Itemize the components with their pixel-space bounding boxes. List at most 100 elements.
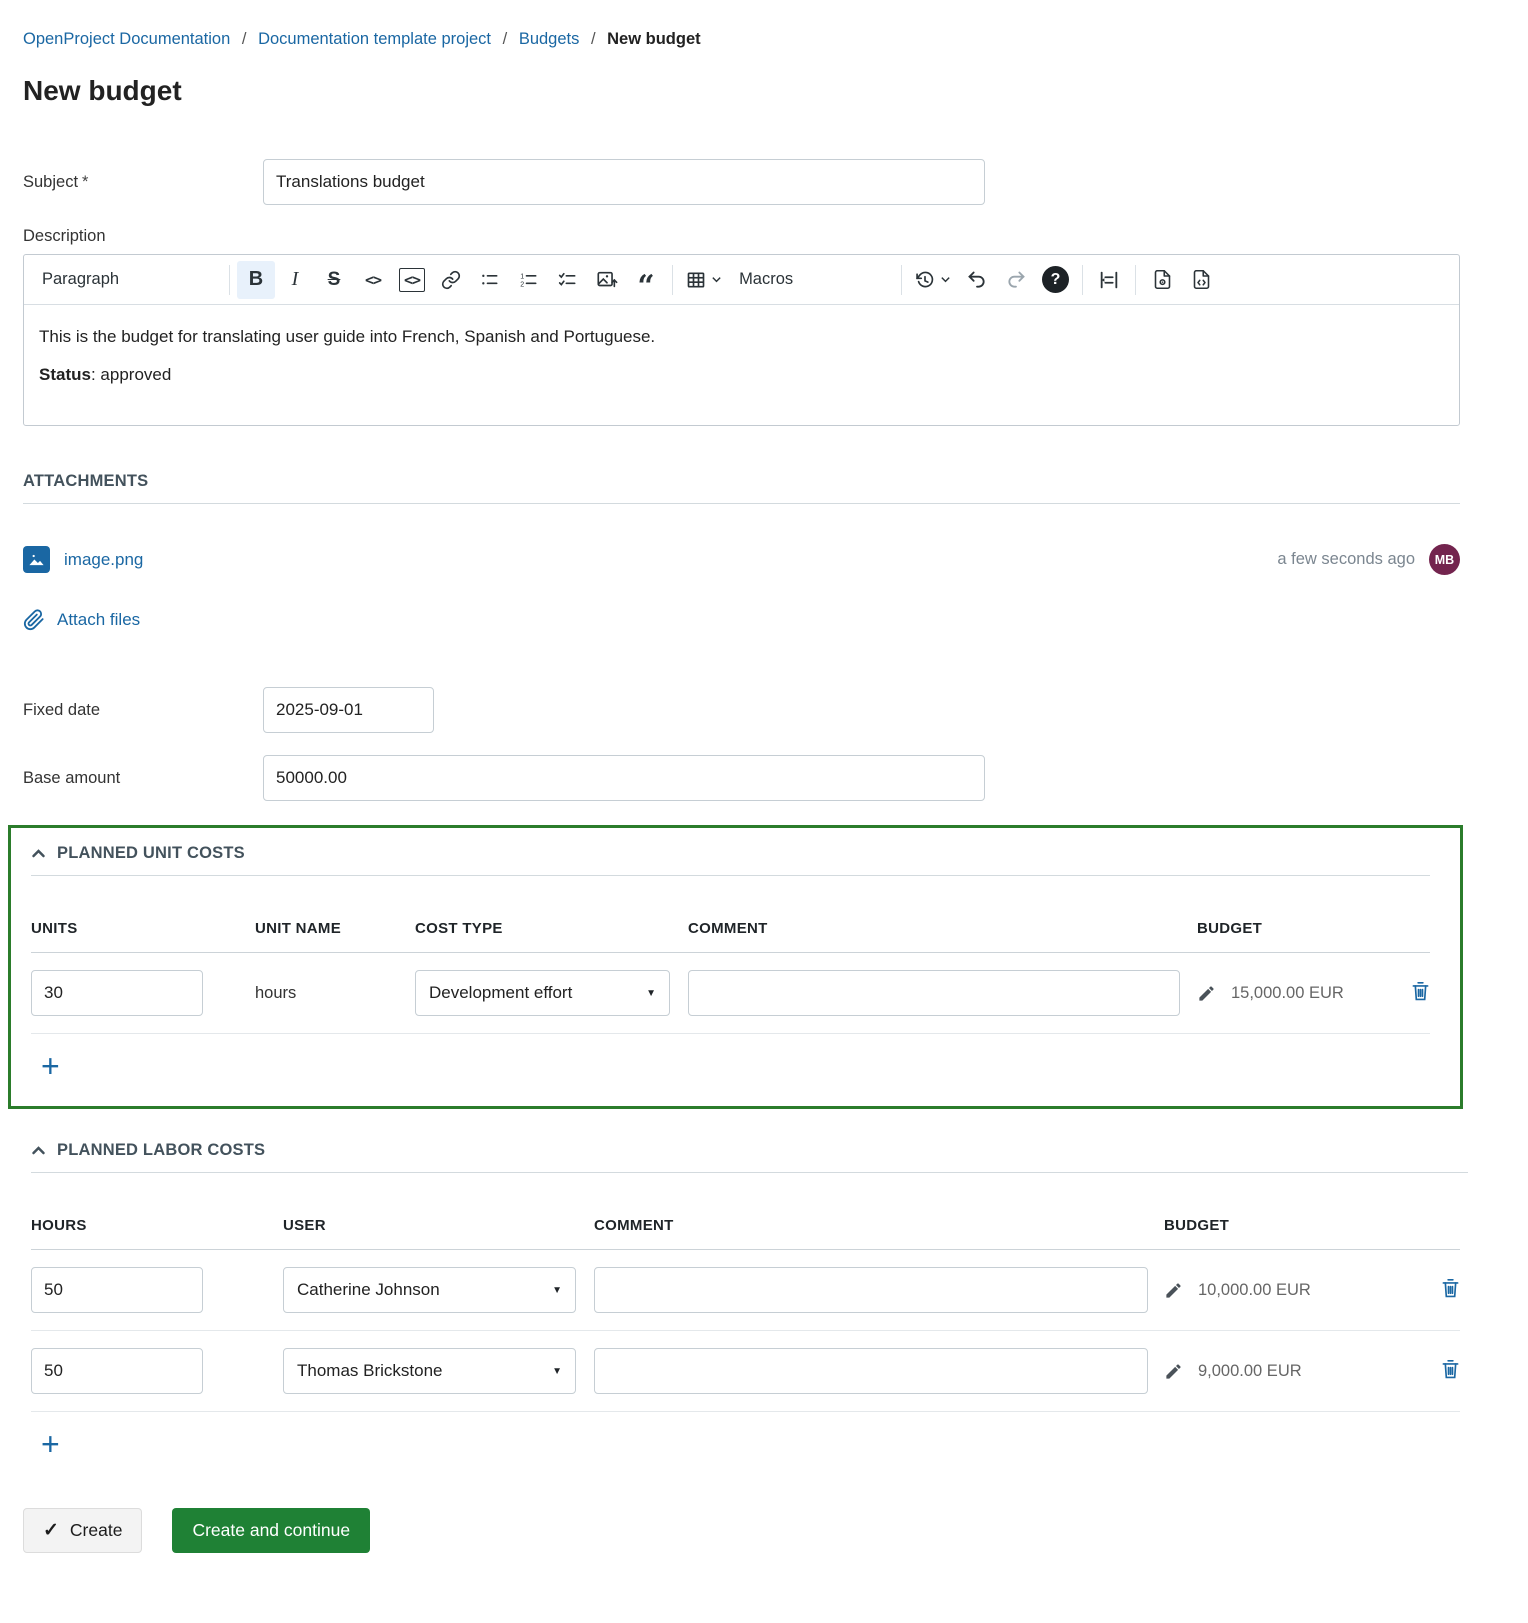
planned-unit-costs-section: PLANNED UNIT COSTS UNITS UNIT NAME COST …	[8, 825, 1463, 1109]
planned-labor-costs-heading: PLANNED LABOR COSTS	[31, 1141, 1468, 1173]
col-header-cost-type: COST TYPE	[415, 920, 688, 937]
user-select[interactable]: Catherine Johnson ▼	[283, 1267, 576, 1313]
bold-button[interactable]: B	[237, 261, 275, 299]
base-amount-input[interactable]	[263, 755, 985, 801]
attach-files-button[interactable]: Attach files	[23, 609, 1460, 631]
code-block-button[interactable]: <>	[393, 261, 431, 299]
trash-icon	[1411, 981, 1430, 1002]
insert-table-button[interactable]	[680, 261, 728, 299]
insert-image-button[interactable]	[588, 261, 626, 299]
subject-row: Subject*	[23, 159, 1460, 205]
breadcrumb-link-openproject-documentation[interactable]: OpenProject Documentation	[23, 30, 230, 48]
unit-comment-input[interactable]	[688, 970, 1180, 1016]
col-header-units: UNITS	[31, 920, 255, 937]
description-label: Description	[23, 227, 1460, 246]
description-editable-area[interactable]: This is the budget for translating user …	[24, 305, 1459, 425]
block-quote-icon: “	[637, 282, 654, 292]
breadcrumb-separator: /	[591, 30, 596, 48]
labor-budget-value: 10,000.00 EUR	[1198, 1281, 1311, 1300]
hours-input[interactable]	[31, 1348, 203, 1394]
breadcrumb-current: New budget	[607, 30, 701, 48]
unit-budget-cell: 15,000.00 EUR	[1197, 984, 1390, 1003]
block-quote-button[interactable]: “	[627, 261, 665, 299]
italic-icon: I	[292, 268, 299, 291]
subject-input[interactable]	[263, 159, 985, 205]
delete-unit-row-button[interactable]	[1411, 981, 1430, 1005]
trash-icon	[1441, 1359, 1460, 1380]
units-input[interactable]	[31, 970, 203, 1016]
breadcrumb-link-documentation-template-project[interactable]: Documentation template project	[258, 30, 491, 48]
strikethrough-button[interactable]: S	[315, 261, 353, 299]
preview-button[interactable]	[1143, 261, 1181, 299]
checkmark-icon: ✓	[43, 1519, 59, 1542]
paragraph-style-dropdown[interactable]: Paragraph	[32, 261, 222, 299]
col-header-user: USER	[283, 1217, 594, 1234]
select-caret-icon: ▼	[552, 1366, 562, 1377]
attachment-row: image.png a few seconds ago MB	[23, 544, 1460, 575]
labor-comment-input[interactable]	[594, 1348, 1148, 1394]
italic-button[interactable]: I	[276, 261, 314, 299]
attachment-file-link[interactable]: image.png	[64, 550, 143, 570]
source-view-button[interactable]	[1182, 261, 1220, 299]
trash-icon	[1441, 1278, 1460, 1299]
create-and-continue-button[interactable]: Create and continue	[172, 1508, 370, 1553]
add-unit-cost-button[interactable]: +	[37, 1050, 64, 1082]
delete-labor-row-button[interactable]	[1441, 1359, 1460, 1383]
toolbar-divider	[1082, 265, 1083, 295]
select-caret-icon: ▼	[646, 988, 656, 999]
revision-history-button[interactable]	[909, 261, 957, 299]
unit-budget-value: 15,000.00 EUR	[1231, 984, 1344, 1003]
constrained-width-icon	[1098, 269, 1120, 291]
collapse-chevron-up-icon[interactable]	[31, 1143, 46, 1158]
history-icon	[915, 270, 935, 290]
user-selected-value: Thomas Brickstone	[297, 1361, 443, 1381]
base-amount-label: Base amount	[23, 769, 263, 788]
link-button[interactable]	[432, 261, 470, 299]
help-button[interactable]: ?	[1036, 261, 1075, 299]
hours-input[interactable]	[31, 1267, 203, 1313]
col-header-comment: COMMENT	[594, 1217, 1164, 1234]
unit-name-value: hours	[255, 984, 415, 1003]
avatar: MB	[1429, 544, 1460, 575]
labor-comment-input[interactable]	[594, 1267, 1148, 1313]
collapse-chevron-up-icon[interactable]	[31, 846, 46, 861]
fixed-date-row: Fixed date	[23, 687, 1460, 733]
constrained-width-toggle[interactable]	[1090, 261, 1128, 299]
breadcrumb-link-budgets[interactable]: Budgets	[519, 30, 580, 48]
delete-labor-row-button[interactable]	[1441, 1278, 1460, 1302]
labor-cost-row: Catherine Johnson ▼ 10,000.00 EUR	[31, 1250, 1460, 1331]
select-caret-icon: ▼	[552, 1285, 562, 1296]
fixed-date-label: Fixed date	[23, 701, 263, 720]
edit-pencil-icon[interactable]	[1197, 984, 1216, 1003]
col-header-unit-name: UNIT NAME	[255, 920, 415, 937]
labor-budget-value: 9,000.00 EUR	[1198, 1362, 1302, 1381]
required-marker: *	[82, 173, 88, 191]
toolbar-divider	[901, 265, 902, 295]
chevron-down-icon	[199, 273, 212, 286]
toolbar-divider	[229, 265, 230, 295]
add-labor-cost-button[interactable]: +	[37, 1428, 64, 1460]
form-actions: ✓ Create Create and continue	[23, 1508, 1460, 1553]
col-header-budget: BUDGET	[1164, 1217, 1420, 1234]
attach-files-label: Attach files	[57, 610, 140, 630]
undo-button[interactable]	[958, 261, 996, 299]
labor-budget-cell: 10,000.00 EUR	[1164, 1281, 1420, 1300]
cost-type-selected-value: Development effort	[429, 983, 572, 1003]
redo-button[interactable]	[997, 261, 1035, 299]
fixed-date-input[interactable]	[263, 687, 434, 733]
todo-list-button[interactable]	[549, 261, 587, 299]
attachment-timestamp: a few seconds ago	[1277, 550, 1415, 569]
bulleted-list-button[interactable]	[471, 261, 509, 299]
edit-pencil-icon[interactable]	[1164, 1281, 1183, 1300]
edit-pencil-icon[interactable]	[1164, 1362, 1183, 1381]
user-select[interactable]: Thomas Brickstone ▼	[283, 1348, 576, 1394]
macros-dropdown[interactable]: Macros	[729, 261, 894, 299]
cost-type-select[interactable]: Development effort ▼	[415, 970, 670, 1016]
create-button[interactable]: ✓ Create	[23, 1508, 142, 1553]
help-icon: ?	[1042, 266, 1069, 293]
planned-unit-costs-heading: PLANNED UNIT COSTS	[31, 844, 1430, 876]
undo-icon	[967, 270, 987, 290]
numbered-list-button[interactable]: 12	[510, 261, 548, 299]
inline-code-button[interactable]: <>	[354, 261, 392, 299]
image-file-icon	[23, 546, 50, 573]
